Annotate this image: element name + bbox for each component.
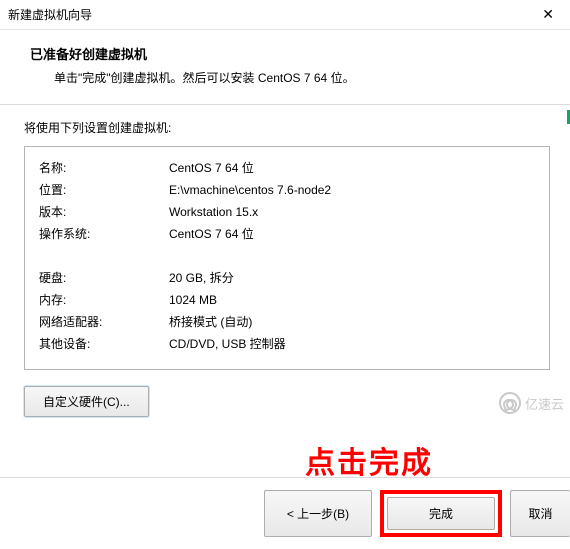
body-lead-text: 将使用下列设置创建虚拟机: xyxy=(24,119,550,136)
prop-disk-label: 硬盘: xyxy=(39,267,169,289)
prop-memory-label: 内存: xyxy=(39,289,169,311)
annotation-callout: 点击完成 xyxy=(305,438,433,482)
table-row: 内存: 1024 MB xyxy=(39,289,535,311)
header-subtitle: 单击"完成"创建虚拟机。然后可以安装 CentOS 7 64 位。 xyxy=(54,69,552,86)
table-row: 名称: CentOS 7 64 位 xyxy=(39,157,535,179)
watermark: 亿速云 xyxy=(499,392,564,414)
table-row: 版本: Workstation 15.x xyxy=(39,201,535,223)
table-row: 其他设备: CD/DVD, USB 控制器 xyxy=(39,333,535,355)
prop-version-label: 版本: xyxy=(39,201,169,223)
header-title: 已准备好创建虚拟机 xyxy=(30,44,552,63)
finish-button[interactable]: 完成 xyxy=(387,497,495,530)
table-row: 网络适配器: 桥接模式 (自动) xyxy=(39,311,535,333)
annotation-highlight-box: 完成 xyxy=(380,490,502,537)
prop-net-value: 桥接模式 (自动) xyxy=(169,311,535,333)
wizard-footer: < 上一步(B) 完成 取消 xyxy=(0,477,570,549)
prop-other-value: CD/DVD, USB 控制器 xyxy=(169,333,535,355)
prop-os-label: 操作系统: xyxy=(39,223,169,245)
prop-other-label: 其他设备: xyxy=(39,333,169,355)
window-title: 新建虚拟机向导 xyxy=(8,6,92,23)
settings-summary-box: 名称: CentOS 7 64 位 位置: E:\vmachine\centos… xyxy=(24,146,550,370)
prop-name-label: 名称: xyxy=(39,157,169,179)
prop-os-value: CentOS 7 64 位 xyxy=(169,223,535,245)
table-row: 位置: E:\vmachine\centos 7.6-node2 xyxy=(39,179,535,201)
back-button[interactable]: < 上一步(B) xyxy=(264,490,372,537)
close-icon[interactable]: ✕ xyxy=(536,6,560,23)
wizard-header: 已准备好创建虚拟机 单击"完成"创建虚拟机。然后可以安装 CentOS 7 64… xyxy=(0,30,570,105)
prop-name-value: CentOS 7 64 位 xyxy=(169,157,535,179)
prop-net-label: 网络适配器: xyxy=(39,311,169,333)
watermark-text: 亿速云 xyxy=(525,394,564,413)
prop-location-label: 位置: xyxy=(39,179,169,201)
table-row: 硬盘: 20 GB, 拆分 xyxy=(39,267,535,289)
titlebar: 新建虚拟机向导 ✕ xyxy=(0,0,570,30)
table-row: 操作系统: CentOS 7 64 位 xyxy=(39,223,535,245)
prop-version-value: Workstation 15.x xyxy=(169,201,535,223)
watermark-logo-icon xyxy=(499,392,521,414)
prop-memory-value: 1024 MB xyxy=(169,289,535,311)
cancel-button[interactable]: 取消 xyxy=(510,490,570,537)
customize-hardware-button[interactable]: 自定义硬件(C)... xyxy=(24,386,149,417)
row-spacer xyxy=(39,245,535,267)
prop-disk-value: 20 GB, 拆分 xyxy=(169,267,535,289)
wizard-body: 将使用下列设置创建虚拟机: 名称: CentOS 7 64 位 位置: E:\v… xyxy=(0,105,570,417)
prop-location-value: E:\vmachine\centos 7.6-node2 xyxy=(169,179,535,201)
